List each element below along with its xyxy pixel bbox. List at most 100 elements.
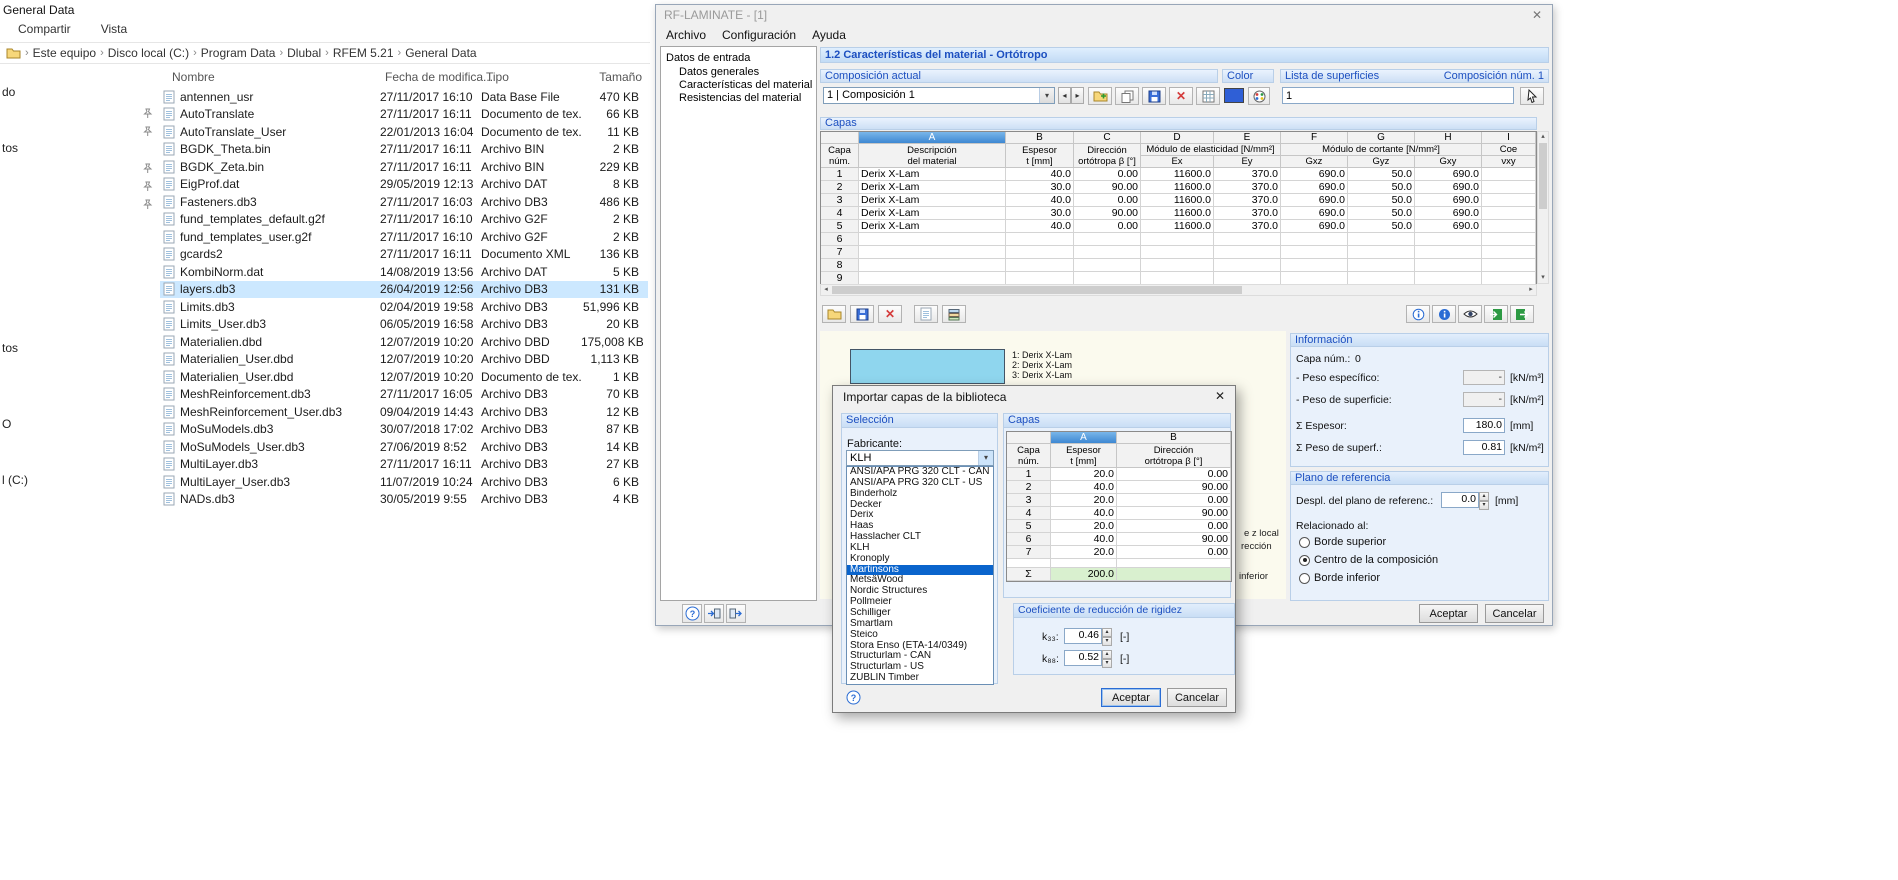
- file-row[interactable]: MoSuModels.db3 30/07/2018 17:02 Archivo DB…: [160, 421, 648, 439]
- palette-icon[interactable]: [1248, 87, 1270, 105]
- table-cell[interactable]: [1482, 246, 1536, 259]
- table-cell[interactable]: 0.00: [1074, 194, 1141, 207]
- help-button[interactable]: ?: [843, 688, 863, 707]
- table-cell[interactable]: 40.0: [1051, 481, 1117, 494]
- row-number-cell[interactable]: 3: [1007, 494, 1051, 507]
- table-cell[interactable]: 30.0: [1006, 181, 1074, 194]
- cancel-button[interactable]: Cancelar: [1485, 604, 1544, 623]
- column-letter-F[interactable]: F: [1281, 132, 1348, 144]
- file-row[interactable]: AutoTranslate_User 22/01/2013 16:04 Docume…: [160, 123, 648, 141]
- info-button[interactable]: [1406, 305, 1430, 323]
- new-composition-button[interactable]: [1088, 87, 1112, 105]
- table-delete-button[interactable]: ✕: [878, 305, 902, 323]
- table-cell[interactable]: [1074, 259, 1141, 272]
- file-row[interactable]: MultiLayer_User.db3 11/07/2019 10:24 Archi…: [160, 473, 648, 491]
- info-filled-button[interactable]: [1432, 305, 1456, 323]
- file-row[interactable]: BGDK_Zeta.bin 27/11/2017 16:11 Archivo BIN…: [160, 158, 648, 176]
- table-cell[interactable]: 20.0: [1051, 520, 1117, 533]
- row-number-cell[interactable]: 2: [821, 181, 859, 194]
- table-cell[interactable]: [1348, 233, 1415, 246]
- fabricante-option[interactable]: Decker: [847, 500, 993, 511]
- table-cell[interactable]: 690.0: [1415, 181, 1482, 194]
- fabricante-option[interactable]: ANSI/APA PRG 320 CLT - CAN: [847, 467, 993, 478]
- tree-item[interactable]: Datos generales: [679, 66, 759, 78]
- table-cell[interactable]: Derix X-Lam: [859, 220, 1006, 233]
- file-row[interactable]: fund_templates_default.g2f 27/11/2017 16:…: [160, 211, 648, 229]
- table-cell[interactable]: 370.0: [1214, 168, 1281, 181]
- table-cell[interactable]: 690.0: [1281, 168, 1348, 181]
- table-cell[interactable]: [1006, 259, 1074, 272]
- fabricante-option[interactable]: Haas: [847, 521, 993, 532]
- table-cell[interactable]: [859, 233, 1006, 246]
- accept-button[interactable]: Aceptar: [1419, 604, 1478, 623]
- table-cell[interactable]: 40.0: [1006, 168, 1074, 181]
- column-letter-C[interactable]: C: [1074, 132, 1141, 144]
- file-row[interactable]: gcards2 27/11/2017 16:11 Documento XML 136 …: [160, 246, 648, 264]
- vscroll-thumb[interactable]: [1539, 143, 1547, 209]
- file-row[interactable]: MultiLayer.db3 27/11/2017 16:11 Archivo DB…: [160, 456, 648, 474]
- table-cell[interactable]: Derix X-Lam: [859, 181, 1006, 194]
- table-cell[interactable]: 0.00: [1117, 468, 1231, 481]
- dialog-close-icon[interactable]: ✕: [1215, 389, 1225, 403]
- spin-up-icon[interactable]: ▴: [1102, 650, 1112, 659]
- table-cell[interactable]: 11600.0: [1141, 194, 1214, 207]
- row-number-cell[interactable]: 5: [821, 220, 859, 233]
- table-cell[interactable]: 370.0: [1214, 194, 1281, 207]
- file-row[interactable]: Materialien_User.dbd 12/07/2019 10:20 Docu…: [160, 368, 648, 386]
- hscroll-thumb[interactable]: [832, 286, 1242, 294]
- table-cell[interactable]: 40.0: [1006, 194, 1074, 207]
- fabricante-option[interactable]: Kronoply: [847, 554, 993, 565]
- fabricante-option[interactable]: Hasslacher CLT: [847, 532, 993, 543]
- column-letter-H[interactable]: H: [1415, 132, 1482, 144]
- composition-select[interactable]: 1 | Composición 1 ▾: [823, 87, 1055, 104]
- table-cell[interactable]: Derix X-Lam: [859, 194, 1006, 207]
- fabricante-option[interactable]: Schilliger: [847, 608, 993, 619]
- sidebar-item-fragment[interactable]: tos: [2, 341, 18, 355]
- row-number-cell[interactable]: 8: [821, 259, 859, 272]
- menu-ayuda[interactable]: Ayuda: [804, 28, 854, 42]
- file-row[interactable]: BGDK_Theta.bin 27/11/2017 16:11 Archivo BI…: [160, 141, 648, 159]
- row-number-cell[interactable]: 7: [1007, 546, 1051, 559]
- info-field[interactable]: 180.0: [1463, 418, 1505, 433]
- displacement-spinner[interactable]: ▴ ▾: [1479, 492, 1489, 510]
- breadcrumb-item[interactable]: RFEM 5.21: [333, 46, 394, 60]
- dropdown-arrow-icon[interactable]: ▾: [1039, 88, 1054, 103]
- column-letter-I[interactable]: I: [1482, 132, 1536, 144]
- table-cell[interactable]: 370.0: [1214, 181, 1281, 194]
- table-composition-button[interactable]: [1196, 87, 1220, 105]
- table-cell[interactable]: [859, 259, 1006, 272]
- table-cell[interactable]: [1074, 246, 1141, 259]
- scroll-down-icon[interactable]: ▾: [1538, 273, 1548, 283]
- table-cell[interactable]: [1482, 233, 1536, 246]
- file-row[interactable]: MoSuModels_User.db3 27/06/2019 8:52 Archiv…: [160, 438, 648, 456]
- dropdown-arrow-icon[interactable]: ▾: [978, 451, 993, 465]
- table-cell[interactable]: [1214, 233, 1281, 246]
- table-cell[interactable]: 690.0: [1281, 207, 1348, 220]
- column-letter-G[interactable]: G: [1348, 132, 1415, 144]
- table-cell[interactable]: [1214, 246, 1281, 259]
- scroll-up-icon[interactable]: ▴: [1538, 132, 1548, 142]
- breadcrumb-item[interactable]: Program Data: [201, 46, 276, 60]
- table-cell[interactable]: 11600.0: [1141, 220, 1214, 233]
- radio-option-0[interactable]: Borde superior: [1299, 536, 1386, 548]
- table-cell[interactable]: 11600.0: [1141, 207, 1214, 220]
- sidebar-item-fragment[interactable]: tos: [2, 141, 18, 155]
- copy-composition-button[interactable]: [1115, 87, 1139, 105]
- table-cell[interactable]: [859, 246, 1006, 259]
- column-header-size[interactable]: Tamaño: [585, 70, 642, 84]
- spin-down-icon[interactable]: ▾: [1102, 637, 1112, 646]
- fabricante-option[interactable]: Martinsons: [847, 564, 993, 576]
- table-cell[interactable]: [1482, 168, 1536, 181]
- table-cell[interactable]: [1006, 233, 1074, 246]
- tree-item[interactable]: Características del material: [679, 79, 812, 91]
- fabricante-option[interactable]: Structurlam - CAN: [847, 651, 993, 662]
- table-cell[interactable]: 50.0: [1348, 194, 1415, 207]
- table-cell[interactable]: 40.0: [1051, 533, 1117, 546]
- table-vscrollbar[interactable]: ▴ ▾: [1537, 131, 1549, 284]
- transfer-in-button[interactable]: [704, 604, 724, 623]
- table-cell[interactable]: [1348, 259, 1415, 272]
- eye-button[interactable]: [1458, 305, 1482, 323]
- fabricante-option[interactable]: KLH: [847, 543, 993, 554]
- color-swatch[interactable]: [1224, 88, 1244, 103]
- spin-down-icon[interactable]: ▾: [1479, 501, 1489, 510]
